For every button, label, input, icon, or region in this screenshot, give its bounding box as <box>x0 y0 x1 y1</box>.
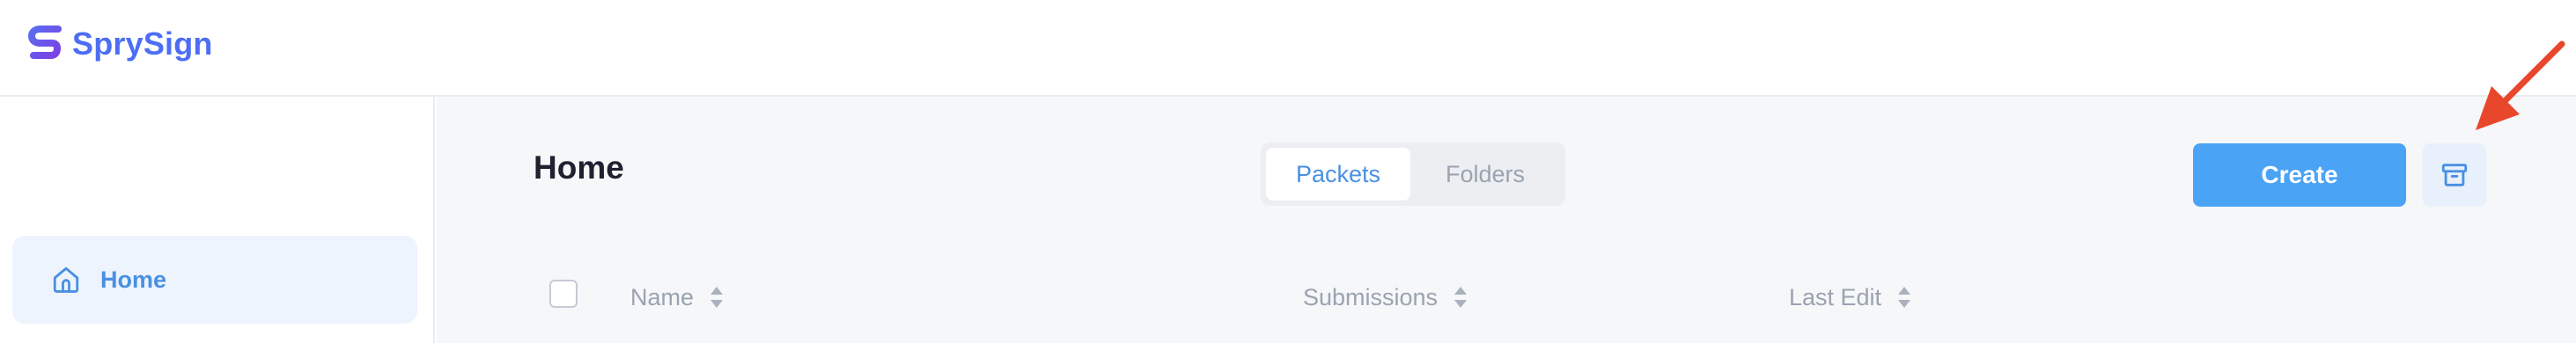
column-header-submissions[interactable]: Submissions <box>1303 280 1468 315</box>
view-toggle: Packets Folders <box>1261 142 1565 206</box>
column-label: Submissions <box>1303 283 1439 310</box>
top-bar: SprySign <box>0 0 2576 97</box>
select-all-checkbox[interactable] <box>549 280 578 308</box>
sprysign-logo-icon <box>28 24 63 64</box>
sort-icon[interactable] <box>1897 285 1911 310</box>
archive-button[interactable] <box>2423 143 2486 207</box>
column-header-last-edit[interactable]: Last Edit <box>1789 280 1911 315</box>
column-label: Name <box>630 283 695 310</box>
brand[interactable]: SprySign <box>28 19 213 69</box>
page-title: Home <box>534 150 624 186</box>
column-header-name[interactable]: Name <box>630 280 724 315</box>
table-header: Name Submissions Last Edit <box>437 280 2576 318</box>
tab-packets[interactable]: Packets <box>1266 148 1410 201</box>
annotation-arrow-icon <box>2465 35 2571 145</box>
sort-icon[interactable] <box>710 285 724 310</box>
archive-icon <box>2440 160 2469 190</box>
tab-folders[interactable]: Folders <box>1410 148 1560 201</box>
brand-name: SprySign <box>72 26 213 62</box>
home-icon <box>51 265 81 295</box>
column-label: Last Edit <box>1789 283 1882 310</box>
sort-icon[interactable] <box>1454 285 1468 310</box>
create-button[interactable]: Create <box>2193 143 2406 207</box>
main-content: Home Packets Folders Create Name Submiss… <box>437 97 2576 343</box>
sidebar-item-home[interactable]: Home <box>12 236 417 324</box>
sidebar: Home <box>0 97 435 343</box>
sidebar-item-label: Home <box>100 266 167 293</box>
